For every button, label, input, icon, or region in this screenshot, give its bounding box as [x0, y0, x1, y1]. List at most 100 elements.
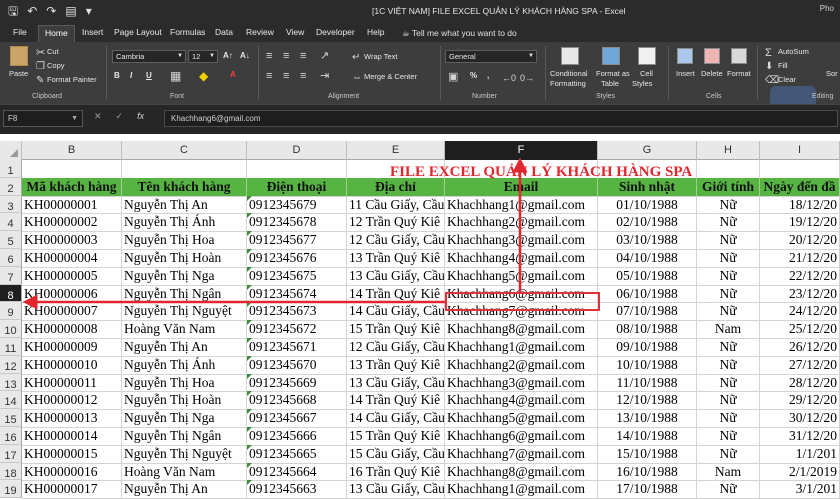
italic-button[interactable]: I [130, 70, 132, 82]
copy-button[interactable]: Copy [47, 61, 65, 70]
indent-icon[interactable]: ⇥ [320, 68, 329, 84]
insert-function-icon[interactable]: fx [137, 111, 144, 122]
table-cell[interactable]: Nữ [697, 391, 760, 411]
table-cell[interactable]: Nam [697, 462, 760, 482]
table-cell[interactable]: 12 Cầu Giấy, Cầu [347, 338, 445, 357]
table-cell[interactable]: Nguyễn Thị Nguyệt [122, 444, 247, 464]
font-name-combo[interactable]: Cambria ▼ [112, 50, 186, 63]
column-header-g[interactable]: G [598, 141, 697, 160]
tab-help[interactable]: Help [367, 25, 384, 42]
table-cell[interactable]: Nguyễn Thị Ngân [122, 427, 247, 446]
table-cell[interactable]: KH00000013 [22, 409, 122, 428]
table-cell[interactable]: Nguyễn Thị Nguyệt [122, 302, 247, 322]
table-cell[interactable]: 12 Trần Quý Kiê [347, 213, 445, 233]
table-cell[interactable]: 13 Cầu Giấy, Cầu [347, 480, 445, 500]
table-cell[interactable]: 01/10/1988 [598, 195, 697, 215]
table-cell[interactable]: Khachhang1@gmail.com [445, 195, 598, 215]
row-header-11[interactable]: 11 [0, 338, 22, 356]
table-cell[interactable]: KH00000011 [22, 373, 122, 393]
table-cell[interactable]: Nguyễn Thị Nga [122, 409, 247, 428]
table-cell[interactable]: Nữ [697, 266, 760, 286]
table-cell[interactable]: Khachhang8@gmail.com [445, 462, 598, 482]
table-cell[interactable]: KH00000004 [22, 249, 122, 268]
sort-filter-button[interactable]: Sor [826, 69, 838, 78]
table-cell[interactable]: 07/10/1988 [598, 302, 697, 322]
table-cell[interactable]: 14 Trần Quý Kiê [347, 284, 445, 304]
table-cell[interactable]: Nữ [697, 195, 760, 215]
table-cell[interactable]: 15 Trần Quý Kiê [347, 320, 445, 339]
table-cell[interactable]: 20/12/20 [760, 231, 840, 250]
empty-cell[interactable] [697, 160, 760, 179]
table-cell[interactable]: Nữ [697, 409, 760, 428]
table-cell[interactable]: 0912345669 [247, 373, 347, 393]
table-cell[interactable]: 03/10/1988 [598, 231, 697, 250]
table-cell[interactable]: Khachhang1@gmail.com [445, 480, 598, 500]
cut-button[interactable]: Cut [47, 47, 59, 56]
borders-icon[interactable]: ▦ [170, 68, 181, 84]
row-header-12[interactable]: 12 [0, 355, 22, 374]
tab-data[interactable]: Data [215, 25, 233, 42]
bold-button[interactable]: B [114, 70, 120, 82]
format-cells-button[interactable]: Format [727, 69, 751, 78]
table-cell[interactable]: 0912345672 [247, 320, 347, 339]
table-cell[interactable]: 16 Trần Quý Kiê [347, 462, 445, 482]
table-cell[interactable]: Khachhang5@gmail.com [445, 409, 598, 428]
save-icon[interactable]: 🖫 [8, 3, 18, 19]
table-header-cell[interactable]: Tên khách hàng [122, 177, 247, 197]
table-cell[interactable]: Nguyễn Thị An [122, 338, 247, 357]
table-cell[interactable]: Nguyễn Thị Nga [122, 266, 247, 286]
table-cell[interactable]: Khachhang8@gmail.com [445, 320, 598, 339]
table-cell[interactable]: Nguyễn Thị An [122, 480, 247, 500]
table-cell[interactable]: 12 Cầu Giấy, Cầu [347, 231, 445, 250]
table-cell[interactable]: Khachhang5@gmail.com [445, 266, 598, 286]
table-cell[interactable]: 04/10/1988 [598, 249, 697, 268]
table-cell[interactable]: Nữ [697, 302, 760, 322]
table-cell[interactable]: 3/1/201 [760, 480, 840, 500]
table-cell[interactable]: 08/10/1988 [598, 320, 697, 339]
column-header-h[interactable]: H [697, 141, 760, 160]
align-top-icon[interactable]: ≡ [266, 48, 272, 64]
table-cell[interactable]: 13 Cầu Giấy, Cầu [347, 373, 445, 393]
table-cell[interactable]: KH00000009 [22, 338, 122, 357]
tell-me-box[interactable]: ☕︎ Tell me what you want to do [402, 28, 517, 39]
table-cell[interactable]: 27/12/20 [760, 355, 840, 375]
table-cell[interactable]: 2/1/2019 [760, 462, 840, 482]
table-cell[interactable]: 11 Cầu Giấy, Cầu [347, 195, 445, 215]
row-header-10[interactable]: 10 [0, 320, 22, 338]
table-cell[interactable]: 15 Cầu Giấy, Cầu [347, 444, 445, 464]
undo-icon[interactable]: ↶ [27, 3, 37, 19]
align-middle-icon[interactable]: ≡ [283, 48, 289, 64]
table-cell[interactable]: Nữ [697, 373, 760, 393]
align-left-icon[interactable]: ≡ [266, 68, 272, 84]
table-cell[interactable]: 14 Trần Quý Kiê [347, 391, 445, 411]
empty-cell[interactable] [22, 160, 122, 179]
row-header-15[interactable]: 15 [0, 409, 22, 427]
table-cell[interactable]: 0912345673 [247, 302, 347, 322]
table-cell[interactable]: 0912345678 [247, 213, 347, 233]
align-bottom-icon[interactable]: ≡ [300, 48, 306, 64]
table-cell[interactable]: 0912345670 [247, 355, 347, 375]
table-cell[interactable]: 05/10/1988 [598, 266, 697, 286]
table-cell[interactable]: KH00000008 [22, 320, 122, 339]
table-cell[interactable]: 06/10/1988 [598, 284, 697, 304]
name-box[interactable]: F8 ▼ [3, 110, 83, 127]
cell-styles-label-1[interactable]: Cell [640, 69, 653, 78]
tab-home[interactable]: Home [38, 25, 75, 42]
cancel-icon[interactable]: ✕ [94, 111, 102, 122]
table-cell[interactable]: 13/10/1988 [598, 409, 697, 428]
table-cell[interactable]: 0912345675 [247, 266, 347, 286]
table-cell[interactable]: KH00000017 [22, 480, 122, 500]
table-cell[interactable]: 11/10/1988 [598, 373, 697, 393]
table-cell[interactable]: Hoàng Văn Nam [122, 320, 247, 339]
empty-cell[interactable] [760, 160, 840, 179]
table-cell[interactable]: KH00000014 [22, 427, 122, 446]
empty-cell[interactable] [122, 160, 247, 179]
currency-icon[interactable]: ▣ [448, 69, 458, 85]
empty-cell[interactable] [247, 160, 347, 179]
cell-styles-label-2[interactable]: Styles [632, 79, 652, 88]
table-cell[interactable]: 0912345679 [247, 195, 347, 215]
table-cell[interactable]: 18/12/20 [760, 195, 840, 215]
table-cell[interactable]: KH00000001 [22, 195, 122, 215]
table-cell[interactable]: KH00000012 [22, 391, 122, 411]
table-cell[interactable]: 0912345666 [247, 427, 347, 446]
